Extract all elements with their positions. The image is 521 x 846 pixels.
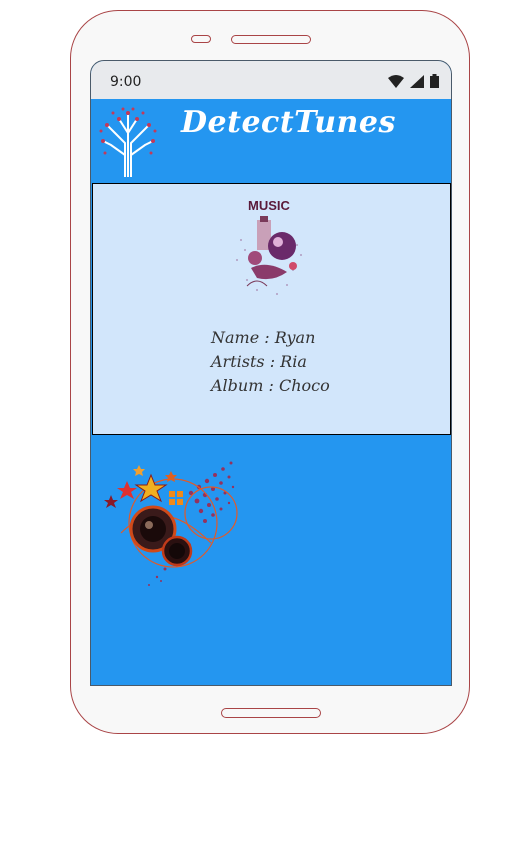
app-screen: 9:00 DetectTunes MUSIC Name: Ryan Artis… bbox=[90, 60, 452, 686]
battery-icon bbox=[430, 74, 439, 88]
song-name-label: Name : bbox=[211, 328, 275, 347]
song-album-row: Album : Choco bbox=[211, 374, 330, 398]
earpiece-speaker bbox=[231, 35, 311, 44]
album-art: MUSIC bbox=[236, 198, 302, 295]
song-card: MUSIC Name : Ryan Artists : Ria Album : … bbox=[92, 183, 451, 435]
song-name-row: Name : Ryan bbox=[211, 326, 330, 350]
song-album-value: Choco bbox=[278, 376, 330, 395]
status-time: 9:00 bbox=[110, 74, 142, 90]
status-bar: 9:00 bbox=[91, 61, 451, 99]
song-name-value: Ryan bbox=[274, 328, 316, 347]
front-camera bbox=[191, 35, 211, 43]
song-artists-value: Ria bbox=[280, 352, 307, 371]
song-artists-label: Artists : bbox=[211, 352, 281, 371]
tree-logo-icon bbox=[99, 107, 157, 177]
home-button[interactable] bbox=[221, 708, 321, 718]
speaker-stars-illustration bbox=[104, 461, 238, 586]
app-header: DetectTunes bbox=[91, 99, 451, 183]
album-art-text: MUSIC bbox=[248, 198, 291, 213]
song-album-label: Album : bbox=[211, 376, 279, 395]
app-title: DetectTunes bbox=[181, 105, 396, 140]
song-info: Name : Ryan Artists : Ria Album : Choco bbox=[211, 326, 330, 398]
wifi-icon bbox=[388, 74, 404, 88]
song-artists-row: Artists : Ria bbox=[211, 350, 330, 374]
signal-icon bbox=[410, 74, 424, 88]
